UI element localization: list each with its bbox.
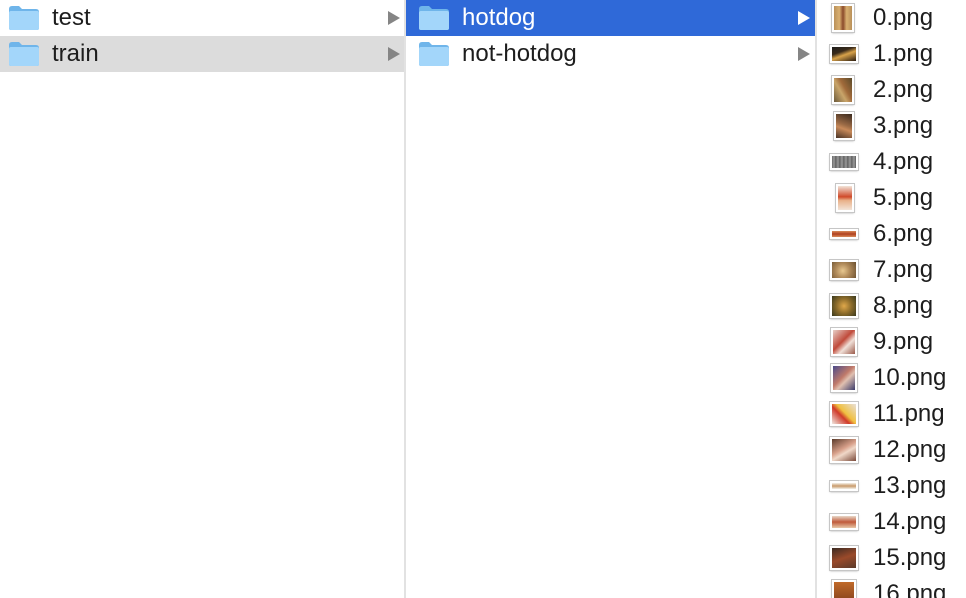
file-item[interactable]: 9.png <box>817 324 966 360</box>
folder-icon <box>9 6 39 30</box>
folder-item-not-hotdog[interactable]: not-hotdog <box>406 36 815 72</box>
file-item[interactable]: 6.png <box>817 216 966 252</box>
file-item[interactable]: 11.png <box>817 396 966 432</box>
image-thumbnail-icon <box>830 148 858 176</box>
folder-icon <box>419 42 449 66</box>
image-thumbnail-icon <box>830 508 858 536</box>
folder-label: test <box>52 4 91 31</box>
file-item[interactable]: 14.png <box>817 504 966 540</box>
folder-label: train <box>52 40 99 67</box>
file-item[interactable]: 2.png <box>817 72 966 108</box>
image-thumbnail-icon <box>830 580 858 598</box>
image-thumbnail-icon <box>830 184 858 212</box>
chevron-right-icon <box>798 47 810 61</box>
image-thumbnail-icon <box>830 40 858 68</box>
image-thumbnail-icon <box>830 112 858 140</box>
file-item[interactable]: 16.png <box>817 576 966 598</box>
image-thumbnail-icon <box>830 472 858 500</box>
image-thumbnail-icon <box>830 220 858 248</box>
file-item[interactable]: 15.png <box>817 540 966 576</box>
file-item[interactable]: 0.png <box>817 0 966 36</box>
file-item[interactable]: 10.png <box>817 360 966 396</box>
file-item[interactable]: 12.png <box>817 432 966 468</box>
column-train: hotdog not-hotdog <box>406 0 815 598</box>
folder-label: not-hotdog <box>462 40 577 67</box>
image-thumbnail-icon <box>830 292 858 320</box>
column-root: test train <box>0 0 404 598</box>
folder-icon <box>419 6 449 30</box>
column-hotdog: 0.png 1.png 2.png 3.png 4.png 5.png 6.pn… <box>817 0 966 598</box>
folder-item-train[interactable]: train <box>0 36 404 72</box>
image-thumbnail-icon <box>830 76 858 104</box>
folder-label: hotdog <box>462 4 536 31</box>
image-thumbnail-icon <box>830 256 858 284</box>
file-item[interactable]: 13.png <box>817 468 966 504</box>
image-thumbnail-icon <box>830 4 858 32</box>
image-thumbnail-icon <box>830 364 858 392</box>
folder-item-hotdog[interactable]: hotdog <box>406 0 815 36</box>
file-item[interactable]: 8.png <box>817 288 966 324</box>
file-item[interactable]: 3.png <box>817 108 966 144</box>
folder-item-test[interactable]: test <box>0 0 404 36</box>
file-item[interactable]: 4.png <box>817 144 966 180</box>
file-item[interactable]: 1.png <box>817 36 966 72</box>
file-item[interactable]: 7.png <box>817 252 966 288</box>
image-thumbnail-icon <box>830 544 858 572</box>
chevron-right-icon <box>798 11 810 25</box>
folder-icon <box>9 42 39 66</box>
chevron-right-icon <box>388 47 400 61</box>
finder-column-browser: test train hotdog not-hotdog 0.png 1.png… <box>0 0 966 598</box>
file-item[interactable]: 5.png <box>817 180 966 216</box>
image-thumbnail-icon <box>830 400 858 428</box>
image-thumbnail-icon <box>830 328 858 356</box>
chevron-right-icon <box>388 11 400 25</box>
image-thumbnail-icon <box>830 436 858 464</box>
